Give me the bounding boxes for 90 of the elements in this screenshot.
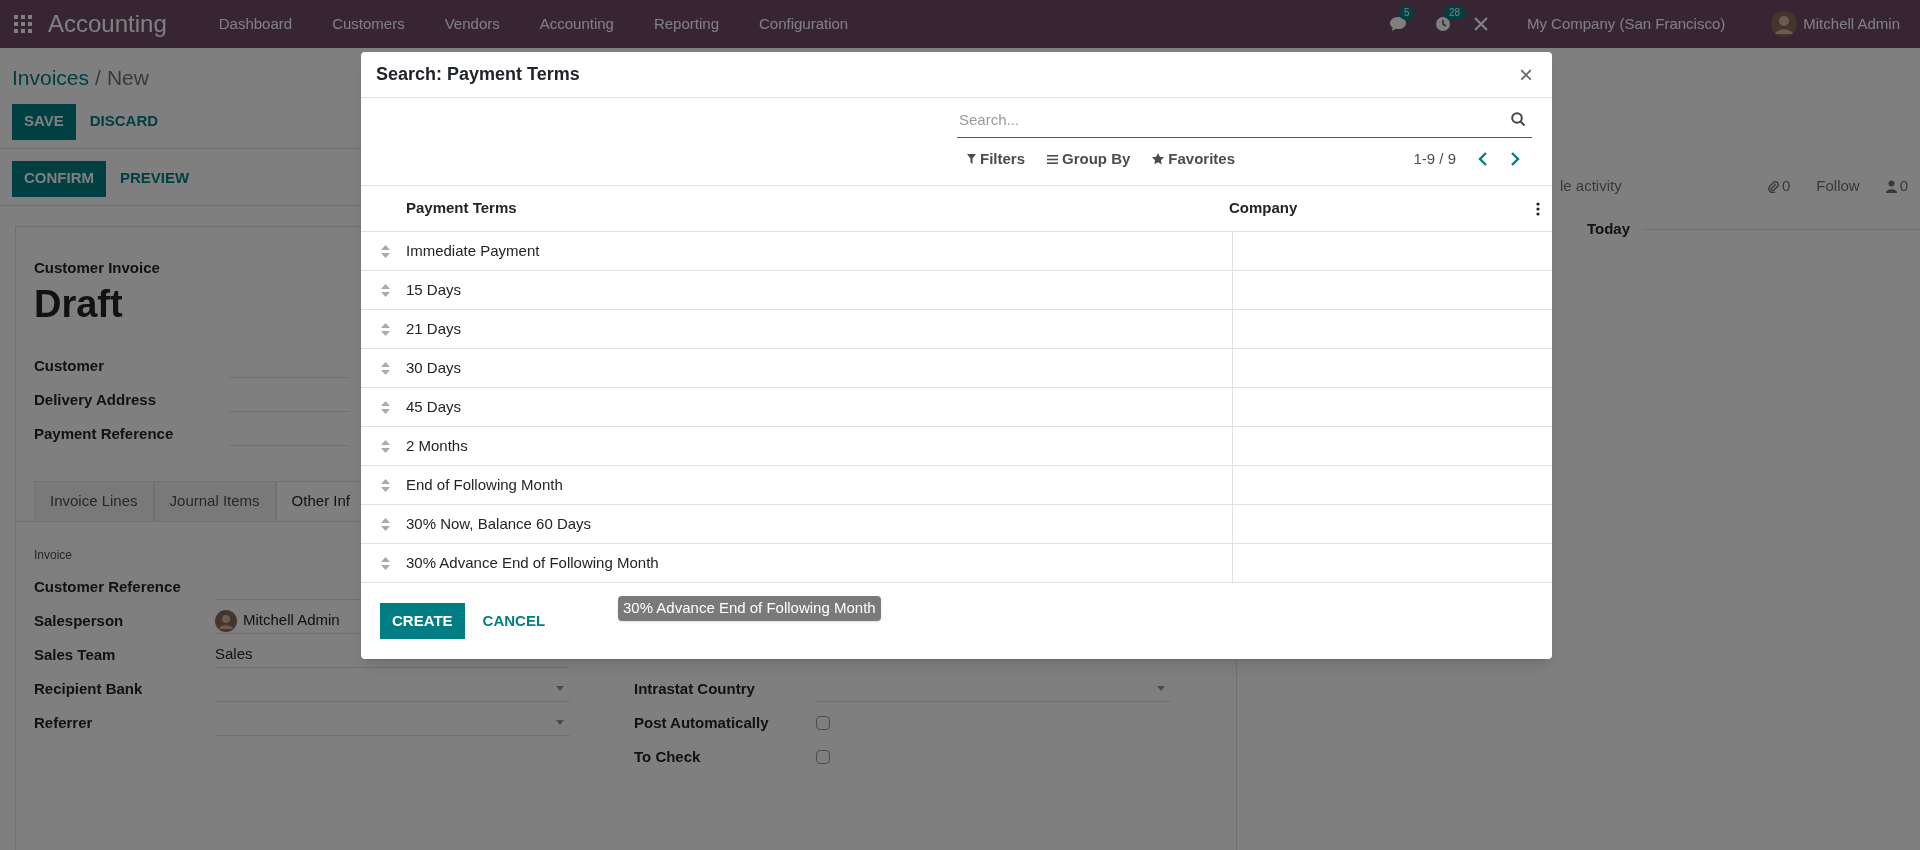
filter-button[interactable]: Favorites (1152, 147, 1236, 171)
avatar-icon (1771, 11, 1798, 37)
breadcrumb-link[interactable]: Invoices (12, 62, 90, 94)
drag-handle-icon (381, 283, 390, 297)
field-label: Referrer (34, 712, 94, 733)
previous-icon[interactable] (1478, 152, 1488, 166)
person-icon (1885, 179, 1897, 193)
dropdown-caret-icon (556, 720, 564, 725)
table-cell[interactable]: 15 Days (406, 271, 1233, 309)
checkbox[interactable] (816, 750, 830, 764)
table-cell[interactable]: 21 Days (406, 310, 1233, 348)
table-cell[interactable]: End of Following Month (406, 466, 1233, 504)
table-cell[interactable]: 30 Days (406, 349, 1233, 387)
search-icon (1511, 112, 1526, 127)
table-cell[interactable]: 45 Days (406, 388, 1233, 426)
drag-handle-icon (381, 556, 390, 570)
field-value: Sales (215, 644, 253, 665)
filter-icon (967, 154, 976, 164)
star-icon (1152, 153, 1165, 165)
count-badge: 5 (1398, 6, 1415, 20)
user-name[interactable]: Mitchell Admin (1803, 12, 1900, 36)
dropdown-caret-icon (1157, 686, 1165, 691)
section-title: Invoice (34, 547, 73, 564)
menu-item[interactable]: Reporting (633, 12, 739, 36)
drag-handle-icon (381, 244, 390, 258)
list-icon (1047, 154, 1058, 164)
follow-button[interactable]: Follow (1816, 174, 1860, 198)
secondary-button[interactable]: DISCARD (75, 103, 173, 140)
filter-button[interactable]: Filters (967, 147, 1025, 171)
primary-button[interactable]: SAVE (12, 103, 76, 140)
menu-item[interactable]: Vendors (424, 12, 520, 36)
menu-item[interactable]: Dashboard (198, 12, 313, 36)
field-label: Customer Reference (34, 576, 182, 597)
cancel-button[interactable]: CANCEL (468, 603, 560, 639)
table-cell[interactable]: Immediate Payment (406, 232, 1233, 270)
chat-icon (1388, 16, 1407, 32)
create-button[interactable]: CREATE (380, 603, 465, 639)
field-value: Mitchell Admin (243, 610, 340, 631)
filter-button[interactable]: Group By (1047, 147, 1131, 171)
tab[interactable]: Journal Items (153, 481, 276, 521)
dropdown-caret-icon (556, 686, 564, 691)
status-title: Draft (34, 282, 123, 327)
dialog-title: Search: Payment Terms (376, 63, 580, 86)
tab[interactable]: Invoice Lines (34, 481, 154, 521)
column-header[interactable]: Company (1229, 197, 1536, 220)
field-label: Payment Reference (34, 423, 175, 444)
drag-handle-icon (381, 478, 390, 492)
field-label: Delivery Address (34, 389, 157, 410)
search-field[interactable]: Search... (957, 102, 1532, 138)
app-name[interactable]: Accounting (48, 6, 167, 42)
breadcrumb-current: New (106, 65, 149, 91)
field-label: Post Automatically (634, 712, 770, 733)
date-separator: Today (1587, 219, 1631, 239)
drag-handle-icon (381, 439, 390, 453)
drag-handle-icon (381, 517, 390, 531)
drag-handle-icon (381, 361, 390, 375)
next-icon[interactable] (1510, 152, 1520, 166)
kebab-menu-icon (1536, 201, 1540, 216)
menu-item[interactable]: Configuration (739, 12, 869, 36)
close-button[interactable]: × (1519, 62, 1537, 87)
company-name[interactable]: My Company (San Francisco) (1526, 12, 1726, 36)
drag-handle-icon (381, 400, 390, 414)
field-label: Customer (34, 355, 105, 376)
field-label: Salesperson (34, 610, 125, 631)
checkbox[interactable] (816, 716, 830, 730)
document-type: Customer Invoice (34, 257, 160, 278)
drag-handle-icon (381, 322, 390, 336)
table-cell[interactable]: 2 Months (406, 427, 1233, 465)
field-label: Sales Team (34, 644, 117, 665)
field-label: Intrastat Country (634, 678, 756, 699)
breadcrumb-separator: / (95, 65, 101, 91)
primary-button[interactable]: CONFIRM (12, 160, 106, 197)
paperclip-icon (1766, 179, 1779, 193)
tooltip: 30% Advance End of Following Month (618, 596, 881, 621)
count-badge: 28 (1443, 6, 1465, 20)
field-label: Recipient Bank (34, 678, 144, 699)
avatar-icon (215, 609, 237, 632)
follower-count[interactable]: 0 (1899, 174, 1908, 198)
attachment-count[interactable]: 0 (1781, 174, 1791, 198)
field-label: To Check (634, 746, 702, 767)
table-cell[interactable]: 30% Advance End of Following Month (406, 544, 1233, 582)
table-cell[interactable]: 30% Now, Balance 60 Days (406, 505, 1233, 543)
apps-menu-icon[interactable] (14, 15, 32, 33)
column-header[interactable]: Payment Terms (361, 197, 1229, 220)
secondary-button[interactable]: PREVIEW (106, 160, 204, 197)
clock-icon (1434, 16, 1451, 32)
menu-item[interactable]: Accounting (519, 12, 634, 36)
schedule-activity-link[interactable]: le activity (1560, 174, 1622, 198)
pager-value: 1-9 / 9 (1413, 148, 1456, 169)
menu-item[interactable]: Customers (312, 12, 425, 36)
